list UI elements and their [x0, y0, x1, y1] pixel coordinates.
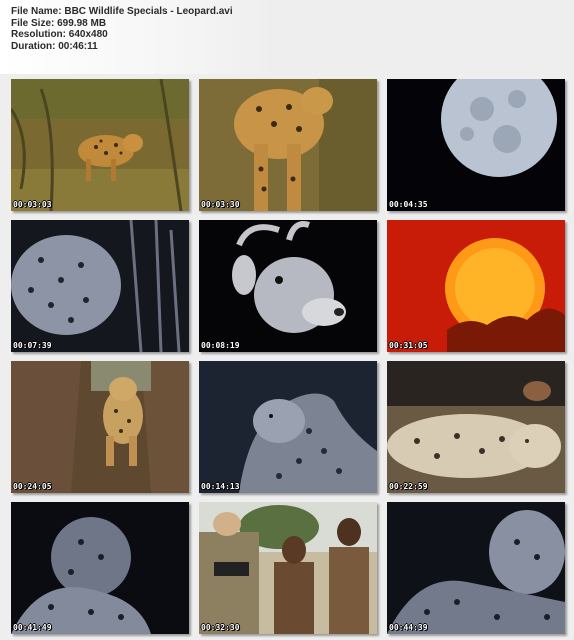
moon-image [387, 79, 565, 211]
thumbnail-antelope-night: 00:08:19 [199, 220, 377, 352]
thumbnail-people-with-camera: 00:32:30 [199, 502, 377, 634]
leopard-cub-image [11, 361, 189, 493]
people-image [199, 502, 377, 634]
thumbnail-leopard-night-closeup: 00:44:39 [387, 502, 565, 634]
leopard-night-image [11, 220, 189, 352]
thumbnail-leopard-closeup-walking: 00:03:30 [199, 79, 377, 211]
timestamp-label: 00:14:13 [201, 482, 240, 491]
timestamp-label: 00:31:05 [389, 341, 428, 350]
timestamp-label: 00:44:39 [389, 623, 428, 632]
timestamp-label: 00:04:35 [389, 200, 428, 209]
sunset-image [387, 220, 565, 352]
thumbnail-full-moon: 00:04:35 [387, 79, 565, 211]
duration-text: Duration: 00:46:11 [11, 40, 98, 52]
thumbnail-leopard-profile-night: 00:14:13 [199, 361, 377, 493]
leopard-profile-image [199, 361, 377, 493]
antelope-image [199, 220, 377, 352]
timestamp-label: 00:41:49 [13, 623, 52, 632]
leopard-walking-image [11, 79, 189, 211]
thumbnail-grid: 00:03:03 00:03:30 00:04:35 00:07:39 00:0… [11, 79, 565, 635]
leopard-face-dark-image [11, 502, 189, 634]
timestamp-label: 00:32:30 [201, 623, 240, 632]
file-info-panel: File Name: BBC Wildlife Specials - Leopa… [11, 6, 233, 52]
thumbnail-leopard-night-face: 00:07:39 [11, 220, 189, 352]
thumbnail-leopard-walking-grass: 00:03:03 [11, 79, 189, 211]
file-name-text: File Name: BBC Wildlife Specials - Leopa… [11, 6, 233, 17]
leopard-night-closeup-image [387, 502, 565, 634]
file-size-text: File Size: 699.98 MB [11, 17, 107, 29]
thumbnail-leopard-cub-tree: 00:24:05 [11, 361, 189, 493]
timestamp-label: 00:03:03 [13, 200, 52, 209]
resolution-text: Resolution: 640x480 [11, 29, 108, 40]
thumbnail-sunset: 00:31:05 [387, 220, 565, 352]
timestamp-label: 00:08:19 [201, 341, 240, 350]
timestamp-label: 00:22:59 [389, 482, 428, 491]
timestamp-label: 00:03:30 [201, 200, 240, 209]
timestamp-label: 00:07:39 [13, 341, 52, 350]
thumbnail-leopard-face-dark: 00:41:49 [11, 502, 189, 634]
leopard-closeup-image [199, 79, 377, 211]
leopard-lying-image [387, 361, 565, 493]
timestamp-label: 00:24:05 [13, 482, 52, 491]
thumbnail-leopard-lying: 00:22:59 [387, 361, 565, 493]
